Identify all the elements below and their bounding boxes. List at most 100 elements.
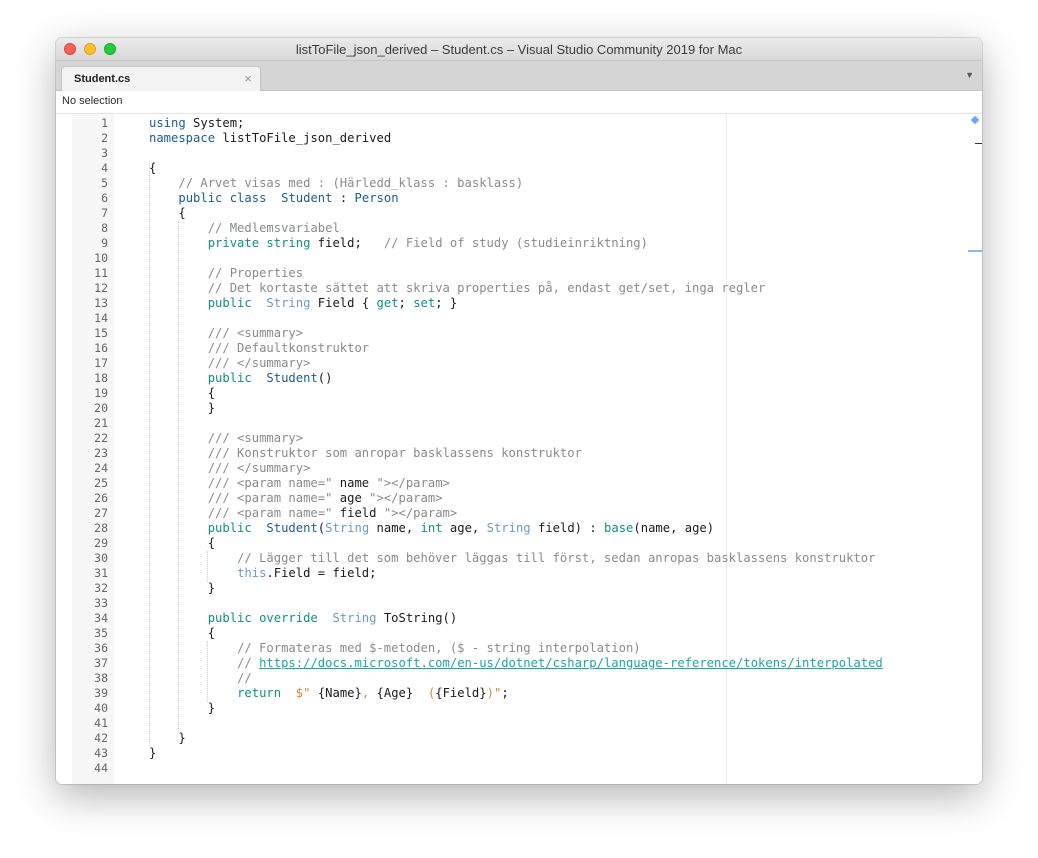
code-token: name,	[376, 521, 414, 535]
title-bar[interactable]: listToFile_json_derived – Student.cs – V…	[56, 38, 982, 61]
code-line: }	[149, 701, 215, 716]
code-token: String	[332, 611, 377, 625]
code-token: public	[207, 521, 252, 535]
line-number: 14	[94, 311, 108, 325]
code-token: // Field of study (studieinriktning)	[383, 236, 648, 250]
line-number: 29	[94, 536, 108, 550]
code-token: // Det kortaste sättet att skriva proper…	[207, 281, 766, 295]
code-line: /// <param name=" age "></param>	[149, 491, 443, 506]
code-line: public Student(String name, int age, Str…	[149, 521, 714, 536]
code-token: field	[339, 506, 377, 520]
code-token: }	[149, 401, 216, 415]
code-token: Student	[281, 191, 333, 205]
line-number: 43	[94, 746, 108, 760]
code-line: /// <summary>	[149, 431, 303, 446]
code-token: /// </summary>	[207, 356, 311, 370]
code-line: public override String ToString()	[149, 611, 458, 626]
code-token: String	[486, 521, 531, 535]
tab-student-cs[interactable]: Student.cs ×	[61, 66, 261, 91]
code-line: {	[149, 536, 215, 551]
code-line: {	[149, 161, 156, 176]
code-line: // https://docs.microsoft.com/en-us/dotn…	[149, 656, 883, 671]
code-token: // Formateras med $-metoden, ($ - string…	[237, 641, 641, 655]
code-token: ; }	[435, 296, 458, 310]
line-number: 31	[94, 566, 108, 580]
code-token: namespace	[149, 131, 216, 145]
code-line: /// Defaultkonstruktor	[149, 341, 369, 356]
line-number: 22	[94, 431, 108, 445]
code-token: {	[149, 386, 216, 400]
code-token: "></param>	[369, 491, 443, 505]
code-token: int	[420, 521, 443, 535]
code-line: // Lägger till det som behöver läggas ti…	[149, 551, 875, 566]
code-token: (	[420, 686, 436, 700]
column-ruler	[726, 114, 727, 784]
line-number: 28	[94, 521, 108, 535]
line-number: 37	[94, 656, 108, 670]
code-token: name	[339, 476, 370, 490]
overview-ruler[interactable]	[968, 114, 982, 784]
code-token: (name, age)	[633, 521, 715, 535]
scroll-thumb[interactable]	[968, 250, 982, 252]
code-line: using System;	[149, 116, 244, 131]
code-token: public override	[207, 611, 318, 625]
code-token: Field {	[317, 296, 370, 310]
code-token: "></param>	[376, 476, 450, 490]
code-token: /// </summary>	[207, 461, 311, 475]
code-token: ,	[361, 686, 377, 700]
line-number: 2	[101, 131, 108, 145]
code-token: /// <param name="	[207, 506, 333, 520]
line-number: 32	[94, 581, 108, 595]
line-number: 3	[101, 146, 108, 160]
code-line: }	[149, 746, 156, 761]
code-token: public class	[178, 191, 267, 205]
code-token: "></param>	[383, 506, 458, 520]
code-token: // Lägger till det som behöver läggas ti…	[237, 551, 876, 565]
line-number: 42	[94, 731, 108, 745]
code-token: get	[376, 296, 399, 310]
code-line: }	[149, 401, 215, 416]
code-token: /// <summary>	[207, 431, 304, 445]
tab-list-dropdown-icon[interactable]: ▼	[965, 70, 974, 80]
code-line: // Arvet visas med : (Härledd_klass : ba…	[149, 176, 523, 191]
code-token: /// Defaultkonstruktor	[207, 341, 370, 355]
line-number: 40	[94, 701, 108, 715]
close-tab-icon[interactable]: ×	[244, 71, 252, 86]
line-number: 1	[101, 116, 108, 130]
code-token: }	[149, 731, 186, 745]
bookmark-marker-icon	[970, 115, 980, 125]
code-editor[interactable]: 1 2 3 4 5 6 7 8 9 10 11 12 13 14 15 16 17 18 19 20 21 22 23 24 2…	[56, 114, 982, 784]
line-number: 8	[101, 221, 108, 235]
line-number: 5	[101, 176, 108, 190]
line-number: 11	[94, 266, 108, 280]
code-line: /// </summary>	[149, 461, 311, 476]
code-token: https://docs.microsoft.com/en-us/dotnet/…	[259, 656, 883, 670]
code-token: /// <param name="	[207, 491, 333, 505]
code-token: set	[413, 296, 436, 310]
selection-navigator[interactable]: No selection	[62, 95, 123, 107]
code-token: ;	[398, 296, 414, 310]
code-line: // Medlemsvariabel	[149, 221, 340, 236]
code-line: public Student()	[149, 371, 333, 386]
code-token: field;	[317, 236, 384, 250]
line-number: 44	[94, 761, 108, 775]
code-token: Student	[266, 371, 318, 385]
code-token: listToFile_json_derived	[222, 131, 392, 145]
code-line: /// <param name=" field "></param>	[149, 506, 458, 521]
code-line: {	[149, 206, 185, 221]
code-line: /// <param name=" name "></param>	[149, 476, 450, 491]
code-token: {Field}	[435, 686, 487, 700]
code-token: ()	[317, 371, 333, 385]
